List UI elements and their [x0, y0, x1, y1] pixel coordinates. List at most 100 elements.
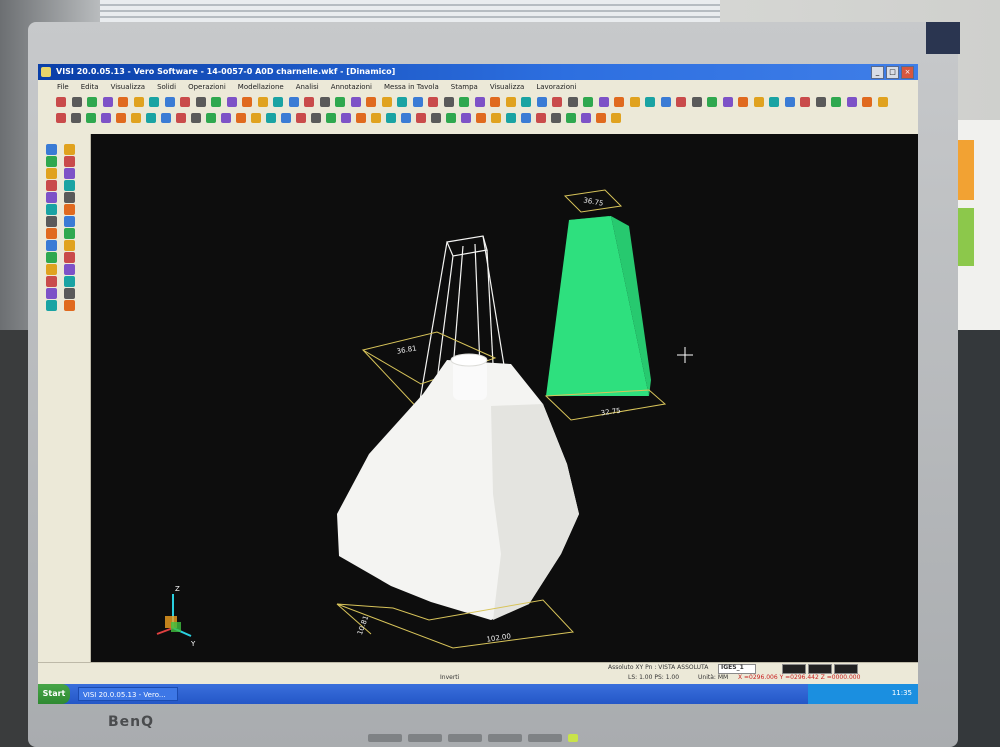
toolbar-tool-icon[interactable] [443, 97, 454, 107]
toolbar-tool-icon[interactable] [753, 97, 764, 107]
menu-view[interactable]: Visualizza [110, 80, 146, 94]
toolbar-tool-icon[interactable] [412, 97, 423, 107]
toolbar-tool-icon[interactable] [311, 113, 321, 123]
toolbar-tool-icon[interactable] [707, 97, 717, 107]
toolbar-tool-icon[interactable] [56, 113, 66, 123]
toolbar-tool-icon[interactable] [645, 97, 655, 107]
toolbar-tool-icon[interactable] [521, 97, 531, 107]
palette-tool-icon[interactable] [64, 276, 75, 287]
toolbar-tool-icon[interactable] [381, 97, 392, 107]
toolbar-tool-icon[interactable] [738, 97, 748, 107]
toolbar-tool-icon[interactable] [149, 97, 159, 107]
hw-button[interactable] [488, 734, 522, 742]
palette-tool-icon[interactable] [64, 300, 75, 311]
toolbar-tool-icon[interactable] [161, 113, 171, 123]
line-swatch[interactable] [808, 664, 832, 674]
toolbar-tool-icon[interactable] [583, 97, 593, 107]
palette-tool-icon[interactable] [46, 300, 57, 311]
toolbar-tool-icon[interactable] [815, 97, 826, 107]
toolbar-tool-icon[interactable] [319, 97, 330, 107]
toolbar-tool-icon[interactable] [614, 97, 624, 107]
toolbar-tool-icon[interactable] [296, 113, 306, 123]
palette-tool-icon[interactable] [64, 204, 75, 215]
menu-display[interactable]: Visualizza [489, 80, 525, 94]
toolbar-tool-icon[interactable] [386, 113, 396, 123]
color-swatch[interactable] [782, 664, 806, 674]
toolbar-tool-icon[interactable] [459, 97, 469, 107]
toolbar-tool-icon[interactable] [490, 97, 500, 107]
palette-tool-icon[interactable] [64, 216, 75, 227]
toolbar-tool-icon[interactable] [195, 97, 206, 107]
menu-file[interactable]: File [56, 80, 70, 94]
palette-tool-icon[interactable] [46, 288, 57, 299]
toolbar-tool-icon[interactable] [221, 113, 231, 123]
toolbar-tool-icon[interactable] [87, 97, 97, 107]
palette-tool-icon[interactable] [64, 156, 75, 167]
toolbar-tool-icon[interactable] [131, 113, 141, 123]
toolbar-tool-icon[interactable] [326, 113, 336, 123]
toolbar-tool-icon[interactable] [416, 113, 426, 123]
toolbar-tool-icon[interactable] [521, 113, 531, 123]
palette-tool-icon[interactable] [64, 252, 75, 263]
palette-tool-icon[interactable] [64, 144, 75, 155]
toolbar-tool-icon[interactable] [180, 97, 190, 107]
toolbar-tool-icon[interactable] [335, 97, 345, 107]
width-swatch[interactable] [834, 664, 858, 674]
toolbar-tool-icon[interactable] [257, 97, 268, 107]
toolbar-tool-icon[interactable] [133, 97, 144, 107]
menu-analysis[interactable]: Analisi [295, 80, 320, 94]
menu-drawing[interactable]: Messa in Tavola [383, 80, 440, 94]
toolbar-tool-icon[interactable] [551, 113, 561, 123]
toolbar-tool-icon[interactable] [71, 113, 81, 123]
toolbar-tool-icon[interactable] [428, 97, 438, 107]
palette-tool-icon[interactable] [46, 240, 57, 251]
toolbar-tool-icon[interactable] [461, 113, 471, 123]
toolbar-tool-icon[interactable] [273, 97, 283, 107]
palette-tool-icon[interactable] [46, 228, 57, 239]
toolbar-tool-icon[interactable] [552, 97, 562, 107]
toolbar-tool-icon[interactable] [676, 97, 686, 107]
toolbar-tool-icon[interactable] [629, 97, 640, 107]
toolbar-tool-icon[interactable] [281, 113, 291, 123]
palette-tool-icon[interactable] [64, 180, 75, 191]
menu-annotations[interactable]: Annotazioni [330, 80, 373, 94]
toolbar-tool-icon[interactable] [304, 97, 314, 107]
menu-modeling[interactable]: Modellazione [237, 80, 285, 94]
menu-solids[interactable]: Solidi [156, 80, 177, 94]
toolbar-tool-icon[interactable] [491, 113, 501, 123]
toolbar-tool-icon[interactable] [71, 97, 82, 107]
toolbar-tool-icon[interactable] [401, 113, 411, 123]
toolbar-tool-icon[interactable] [146, 113, 156, 123]
toolbar-tool-icon[interactable] [242, 97, 252, 107]
toolbar-tool-icon[interactable] [800, 97, 810, 107]
window-titlebar[interactable]: VISI 20.0.05.13 - Vero Software - 14-005… [38, 64, 918, 80]
palette-tool-icon[interactable] [46, 276, 57, 287]
palette-tool-icon[interactable] [46, 192, 57, 203]
toolbar-tool-icon[interactable] [176, 113, 186, 123]
toolbar-tool-icon[interactable] [118, 97, 128, 107]
palette-tool-icon[interactable] [64, 240, 75, 251]
maximize-button[interactable]: □ [886, 66, 899, 79]
toolbar-tool-icon[interactable] [846, 97, 857, 107]
toolbar-tool-icon[interactable] [476, 113, 486, 123]
palette-tool-icon[interactable] [46, 156, 57, 167]
hw-button[interactable] [528, 734, 562, 742]
toolbar-tool-icon[interactable] [164, 97, 175, 107]
toolbar-tool-icon[interactable] [116, 113, 126, 123]
toolbar-tool-icon[interactable] [722, 97, 733, 107]
toolbar-tool-icon[interactable] [86, 113, 96, 123]
toolbar-tool-icon[interactable] [598, 97, 609, 107]
toolbar-tool-icon[interactable] [691, 97, 702, 107]
hw-button[interactable] [368, 734, 402, 742]
toolbar-tool-icon[interactable] [251, 113, 261, 123]
close-button[interactable]: × [901, 66, 914, 79]
palette-tool-icon[interactable] [64, 192, 75, 203]
menu-print[interactable]: Stampa [450, 80, 479, 94]
palette-tool-icon[interactable] [46, 180, 57, 191]
green-solid[interactable] [546, 216, 651, 396]
toolbar-tool-icon[interactable] [266, 113, 276, 123]
toolbar-tool-icon[interactable] [356, 113, 366, 123]
menu-operations[interactable]: Operazioni [187, 80, 227, 94]
palette-tool-icon[interactable] [46, 144, 57, 155]
palette-tool-icon[interactable] [46, 252, 57, 263]
